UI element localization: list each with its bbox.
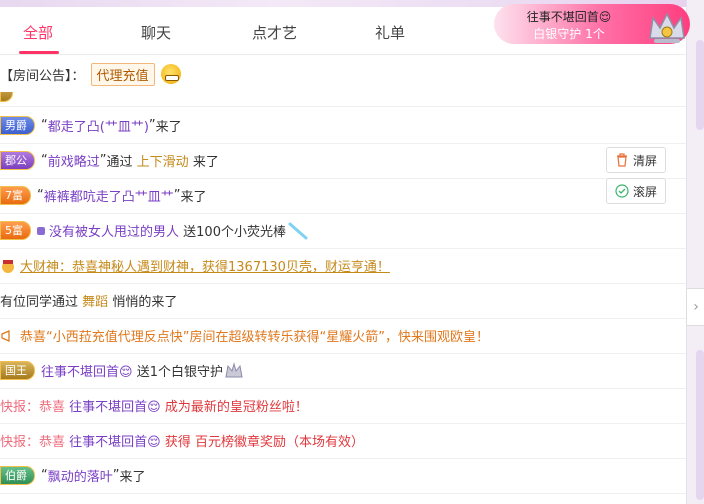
silver-crown-icon [649, 12, 685, 43]
quote-open: “ [41, 118, 48, 133]
message-text: 获得 [164, 435, 191, 450]
announcement-prefix: 【房间公告】： [0, 68, 85, 84]
message-text: 来了 [180, 190, 207, 205]
rank-badge: 男爵 [0, 116, 35, 135]
wealth-broadcast[interactable]: 大财神：恭喜神秘人遇到财神，获得1367130贝壳，财运亨通！ [20, 256, 390, 275]
user-name[interactable]: 往事不堪回首😌 [69, 431, 161, 450]
flash-prefix: 快报：恭喜 [0, 400, 66, 415]
list-item: 快报：恭喜 往事不堪回首😌 获得 百元榜徽章奖励（本场有效） [0, 423, 686, 459]
list-item: 恭喜“小西菈充值代理反点快”房间在超级转转乐获得“星耀火箭”，快来围观欧皇！ [0, 318, 686, 354]
list-item: 大财神：恭喜神秘人遇到财神，获得1367130贝壳，财运亨通！ [0, 248, 686, 284]
clear-screen-button[interactable]: 清屏 [606, 147, 666, 173]
message-text: 送100个小荧光棒 [183, 225, 286, 240]
tab-request-talent[interactable]: 点才艺 [252, 22, 297, 43]
tab-gift-list[interactable]: 礼单 [375, 22, 405, 43]
quote-open: “ [41, 468, 48, 483]
rank-badge: 国王 [0, 361, 35, 380]
announcement-tag[interactable]: 代理充值 [90, 62, 155, 86]
scroll-lock-label: 滚屏 [632, 184, 657, 199]
list-item: 有位同学通过 舞蹈 悄悄的来了 [0, 283, 686, 319]
message-text: 来了 [119, 470, 146, 485]
tab-all[interactable]: 全部 [23, 22, 53, 43]
god-of-wealth-icon [2, 259, 14, 273]
list-item: 郡公 “前戏略过” 通过 上下滑动 来了 [0, 143, 686, 179]
active-tab-underline [19, 51, 59, 54]
room-announcement: 【房间公告】： 代理充值 [0, 62, 181, 86]
reward-text: 百元榜徽章奖励（本场有效） [195, 435, 365, 450]
chevron-right-icon[interactable]: › [686, 288, 704, 326]
entry-method: 上下滑动 [136, 155, 189, 170]
guard-user-name: 往事不堪回首😌 [526, 10, 612, 24]
message-text: 来了 [192, 155, 219, 170]
list-item: 男爵 “都走了凸(艹皿艹)” 来了 [0, 108, 686, 144]
list-item: 伯爵 “飘动的落叶” 来了 [0, 458, 686, 494]
rocket-broadcast[interactable]: 恭喜“小西菈充值代理反点快”房间在超级转转乐获得“星耀火箭”，快来围观欧皇！ [20, 326, 489, 345]
list-item: 5富 没有被女人甩过的男人 送100个小荧光棒 [0, 213, 686, 249]
message-text: 来了 [155, 120, 182, 135]
user-name[interactable]: 往事不堪回首😌 [41, 361, 133, 380]
message-text: 成为最新的皇冠粉丝啦！ [164, 400, 308, 415]
message-text: 有位同学通过 [0, 295, 79, 310]
rank-badge: 郡公 [0, 151, 35, 170]
user-icon [37, 226, 45, 235]
user-name[interactable]: 没有被女人甩过的男人 [49, 221, 179, 240]
dock-decoration [696, 40, 704, 130]
tab-chat[interactable]: 聊天 [141, 22, 171, 43]
trash-icon [616, 153, 627, 167]
user-name[interactable]: 前戏略过 [48, 151, 100, 170]
dock-decoration [696, 350, 704, 500]
list-item: 快报：恭喜 往事不堪回首😌 成为最新的皇冠粉丝啦！ [0, 388, 686, 424]
clipped-row [0, 92, 686, 107]
message-text: 通过 [106, 155, 133, 170]
user-name[interactable]: 都走了凸(艹皿艹) [48, 116, 149, 135]
check-circle-icon [615, 184, 629, 198]
list-item: 国王 往事不堪回首😌 送1个白银守护 [0, 353, 686, 389]
message-text: 悄悄的来了 [112, 295, 178, 310]
guard-count: 白银守护 1个 [533, 27, 605, 41]
chat-panel: 全部 聊天 点才艺 礼单 【房间公告】： 代理充值 男爵 “都走了凸(艹皿艹)”… [0, 0, 686, 504]
user-name[interactable]: 飘动的落叶 [48, 466, 113, 485]
megaphone-icon [1, 329, 10, 342]
silver-guard-icon [225, 361, 243, 377]
clear-screen-label: 清屏 [632, 153, 657, 168]
entry-method: 舞蹈 [82, 295, 109, 310]
rank-badge: 伯爵 [0, 466, 35, 485]
user-name[interactable]: 往事不堪回首😌 [69, 396, 161, 415]
clipped-badge [0, 92, 13, 102]
user-name[interactable]: 裤裤都吭走了凸艹皿艹 [44, 186, 174, 205]
list-item: 7富 “裤裤都吭走了凸艹皿艹” 来了 [0, 178, 686, 214]
message-text: 送1个白银守护 [136, 365, 223, 380]
quote-close: ” [173, 188, 181, 203]
quote-open: “ [37, 188, 44, 203]
scroll-lock-button[interactable]: 滚屏 [606, 178, 666, 204]
rank-badge: 7富 [0, 186, 31, 205]
quote-close: ” [112, 468, 120, 483]
glowstick-icon [288, 222, 308, 239]
quote-open: “ [41, 153, 48, 168]
quote-close: ” [148, 118, 156, 133]
rank-badge: 5富 [0, 221, 31, 240]
grin-emoji-icon [160, 64, 181, 84]
quote-close: ” [99, 153, 107, 168]
flash-prefix: 快报：恭喜 [0, 435, 66, 450]
